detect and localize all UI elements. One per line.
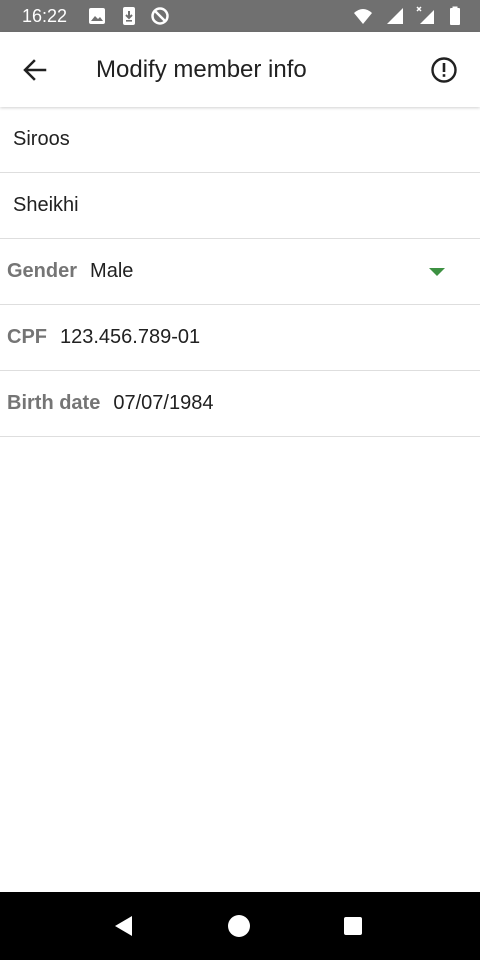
battery-icon: [450, 6, 460, 25]
status-bar: 16:22: [0, 0, 480, 32]
cpf-label: CPF: [7, 326, 47, 348]
system-nav-bar: [0, 892, 480, 960]
info-button[interactable]: [422, 49, 466, 91]
last-name-field[interactable]: [0, 173, 480, 238]
first-name-field[interactable]: [0, 107, 480, 172]
arrow-back-icon: [23, 59, 47, 81]
app-bar: Modify member info: [0, 32, 480, 107]
wifi-icon: [354, 9, 372, 24]
gender-label: Gender: [7, 260, 78, 282]
birth-date-row[interactable]: Birth date 07/07/1984: [0, 371, 480, 437]
exclamation-circle-icon: [431, 57, 457, 83]
page-title: Modify member info: [96, 56, 307, 83]
chevron-down-icon[interactable]: [429, 268, 445, 276]
first-name-row: [0, 107, 480, 173]
recents-square-icon: [344, 917, 362, 935]
gender-dropdown[interactable]: Gender Male: [0, 239, 480, 305]
last-name-row: [0, 173, 480, 239]
data-saver-icon: [151, 7, 169, 25]
gender-value: Male: [90, 260, 134, 282]
signal-icon: [387, 8, 403, 24]
member-form: Gender Male CPF 123.456.789-01 Birth dat…: [0, 107, 480, 437]
image-icon: [89, 8, 105, 24]
nav-back-button[interactable]: [107, 910, 139, 942]
nav-recents-button[interactable]: [337, 910, 369, 942]
cpf-row[interactable]: CPF 123.456.789-01: [0, 305, 480, 371]
home-circle-icon: [228, 915, 250, 937]
birth-date-value[interactable]: 07/07/1984: [100, 392, 213, 415]
back-button[interactable]: [14, 49, 56, 91]
back-triangle-icon: [115, 916, 132, 936]
cpf-value[interactable]: 123.456.789-01: [47, 326, 200, 349]
birth-date-label: Birth date: [7, 392, 101, 414]
nav-home-button[interactable]: [223, 910, 255, 942]
download-icon: [123, 7, 135, 25]
status-time: 16:22: [22, 6, 68, 26]
signal-no-data-icon: [416, 6, 434, 24]
